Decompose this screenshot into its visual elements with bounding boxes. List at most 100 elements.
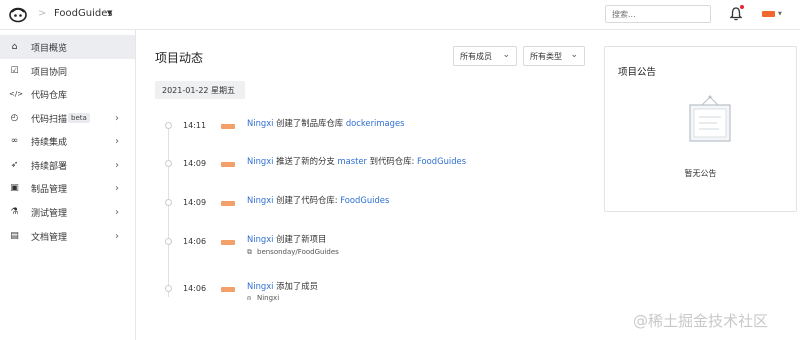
watermark: @稀土掘金技术社区	[633, 312, 769, 330]
event-time: 14:11	[183, 121, 207, 130]
user-avatar[interactable]	[762, 11, 775, 17]
event-text: Ningxi 创建了制品库仓库 dockerimages	[247, 117, 404, 129]
sidebar-item-code-repo[interactable]: </> 代码仓库	[0, 82, 135, 106]
notification-badge	[740, 5, 744, 9]
user-avatar[interactable]	[221, 201, 235, 206]
date-header: 2021-01-22 星期五	[155, 81, 245, 99]
announcement-panel: 项目公告 暂无公告	[604, 46, 797, 212]
event-subtext[interactable]: ⧉ bensonday/FoodGuides	[247, 248, 339, 257]
member-filter-select[interactable]: 所有成员 ⌄	[453, 46, 517, 66]
scan-icon: ◴	[10, 112, 19, 123]
user-avatar[interactable]	[221, 287, 235, 292]
event-time: 14:06	[183, 237, 207, 246]
sidebar-item-code-scan[interactable]: ◴ 代码扫描 beta ›	[0, 106, 135, 130]
event-action: 创建了新项目	[273, 234, 327, 244]
project-name[interactable]: FoodGuides	[54, 8, 113, 19]
event-action: 推送了新的分支	[273, 156, 338, 166]
project-path: bensonday/FoodGuides	[257, 248, 339, 256]
user-icon: ⍝	[247, 294, 252, 302]
event-action: 添加了成员	[273, 281, 319, 291]
code-icon: </>	[9, 89, 24, 98]
breadcrumb-separator: >	[38, 8, 47, 19]
branch-link[interactable]: master	[337, 156, 367, 166]
chevron-right-icon: ›	[115, 112, 119, 124]
announcement-empty-text: 暂无公告	[684, 169, 717, 178]
user-link[interactable]: Ningxi	[247, 195, 274, 205]
sidebar-item-artifacts[interactable]: ▣ 制品管理 ›	[0, 176, 135, 200]
user-avatar[interactable]	[221, 162, 235, 167]
user-menu-caret-icon[interactable]: ▼	[778, 11, 782, 17]
event-subtext[interactable]: ⍝ Ningxi	[247, 294, 279, 303]
chevron-right-icon: ›	[115, 182, 119, 194]
empty-board-icon	[689, 95, 731, 142]
doc-icon: ▤	[10, 230, 19, 241]
event-time: 14:09	[183, 159, 207, 168]
chevron-down-icon: ⌄	[502, 50, 510, 60]
logo-icon[interactable]	[9, 5, 27, 23]
repo-link[interactable]: FoodGuides	[340, 195, 389, 205]
sidebar-item-testing[interactable]: ⚗ 测试管理 ›	[0, 200, 135, 224]
beta-badge: beta	[68, 113, 90, 123]
package-icon: ▣	[10, 182, 19, 193]
announcement-title: 项目公告	[618, 67, 657, 78]
sidebar: ⌂ 项目概览 ☑ 项目协同 </> 代码仓库 ◴ 代码扫描 beta › ∞ 持…	[0, 30, 136, 340]
event-text: Ningxi 创建了新项目	[247, 233, 326, 245]
timeline-dot	[165, 238, 172, 245]
chevron-down-icon: ⌄	[570, 50, 578, 60]
sidebar-item-label: 制品管理	[31, 184, 68, 195]
page-title: 项目动态	[155, 51, 204, 65]
board-icon: ☑	[10, 65, 19, 76]
sidebar-item-label: 项目概览	[31, 43, 68, 54]
sidebar-item-overview[interactable]: ⌂ 项目概览	[0, 35, 135, 59]
repo-link[interactable]: FoodGuides	[417, 156, 466, 166]
user-avatar[interactable]	[221, 240, 235, 245]
event-action: 创建了代码仓库:	[273, 195, 341, 205]
user-link[interactable]: Ningxi	[247, 118, 274, 128]
chevron-right-icon: ›	[115, 135, 119, 147]
chevron-right-icon: ›	[115, 230, 119, 242]
type-filter-select[interactable]: 所有类型 ⌄	[523, 46, 585, 66]
timeline-line	[168, 122, 169, 297]
sidebar-item-ci[interactable]: ∞ 持续集成 ›	[0, 129, 135, 153]
rocket-icon: ➶	[10, 159, 19, 170]
top-bar: > FoodGuides ▼ ▼	[0, 0, 800, 30]
event-action: 创建了制品库仓库	[273, 118, 346, 128]
member-filter-value: 所有成员	[460, 52, 492, 61]
project-dropdown-icon[interactable]: ▼	[107, 9, 112, 17]
event-time: 14:09	[183, 198, 207, 207]
timeline-dot	[165, 160, 172, 167]
artifact-repo-link[interactable]: dockerimages	[346, 118, 405, 128]
chevron-right-icon: ›	[115, 159, 119, 171]
sidebar-item-label: 文档管理	[31, 232, 68, 243]
user-avatar[interactable]	[221, 124, 235, 129]
event-text: Ningxi 创建了代码仓库: FoodGuides	[247, 194, 389, 206]
sidebar-item-docs[interactable]: ▤ 文档管理 ›	[0, 224, 135, 248]
sidebar-item-cd[interactable]: ➶ 持续部署 ›	[0, 153, 135, 177]
user-link[interactable]: Ningxi	[247, 234, 274, 244]
project-icon: ⧉	[247, 248, 252, 256]
sidebar-item-label: 项目协同	[31, 67, 68, 78]
sidebar-item-label: 持续集成	[31, 137, 68, 148]
sidebar-item-label: 代码扫描	[31, 114, 68, 125]
bell-icon[interactable]	[730, 7, 742, 21]
timeline-dot	[165, 122, 172, 129]
sidebar-item-collaboration[interactable]: ☑ 项目协同	[0, 59, 135, 83]
timeline-dot	[165, 285, 172, 292]
flask-icon: ⚗	[10, 206, 19, 217]
event-text: Ningxi 添加了成员	[247, 280, 318, 292]
timeline-dot	[165, 199, 172, 206]
search-input[interactable]	[605, 5, 711, 23]
user-link[interactable]: Ningxi	[247, 156, 274, 166]
infinity-icon: ∞	[10, 135, 19, 146]
member-name: Ningxi	[257, 294, 280, 302]
type-filter-value: 所有类型	[530, 52, 562, 61]
sidebar-item-label: 测试管理	[31, 208, 68, 219]
chevron-right-icon: ›	[115, 206, 119, 218]
event-time: 14:06	[183, 284, 207, 293]
sidebar-item-label: 持续部署	[31, 161, 68, 172]
sidebar-item-label: 代码仓库	[31, 90, 68, 101]
event-action: 到代码仓库:	[367, 156, 418, 166]
user-link[interactable]: Ningxi	[247, 281, 274, 291]
home-icon: ⌂	[11, 41, 18, 52]
event-text: Ningxi 推送了新的分支 master 到代码仓库: FoodGuides	[247, 155, 466, 167]
